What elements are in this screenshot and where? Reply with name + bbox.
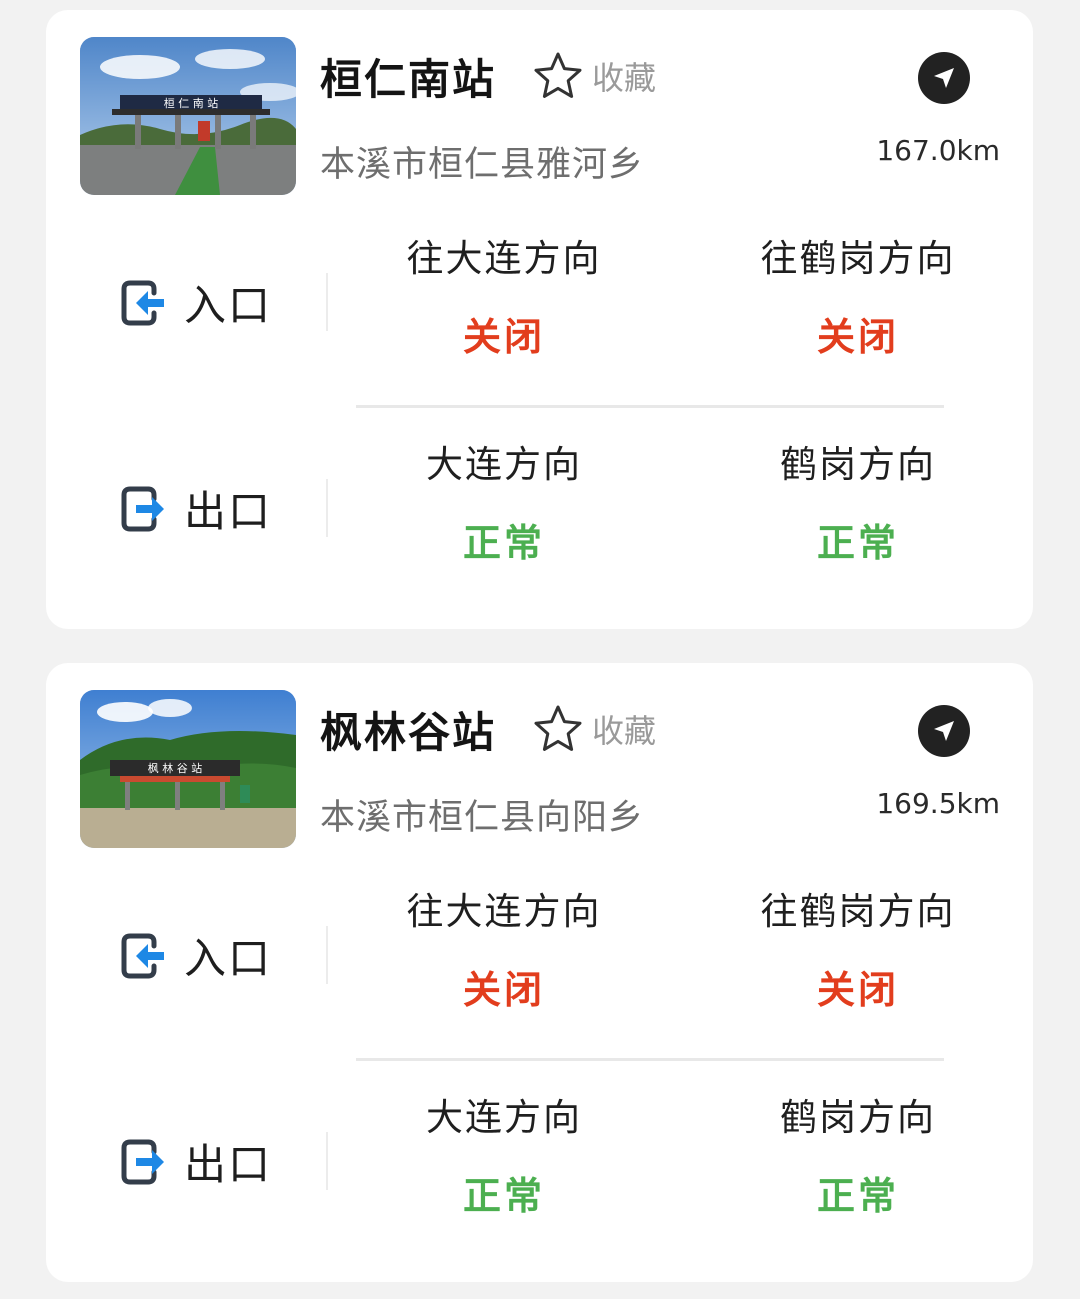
status-closed: 关闭 <box>816 315 899 359</box>
entry-direction-dalian: 往大连方向 关闭 <box>354 234 654 360</box>
station-photo[interactable]: 枫 林 谷 站 <box>80 690 296 848</box>
horizontal-divider <box>356 1058 944 1061</box>
horizontal-divider <box>356 405 944 408</box>
direction-name: 鹤岗方向 <box>780 1096 936 1139</box>
vertical-divider <box>326 273 328 331</box>
station-card[interactable]: 桓 仁 南 站 桓仁南站 收藏 本溪市桓仁县雅河乡 167.0km 入口 往大连… <box>46 10 1033 629</box>
status-closed: 关闭 <box>462 315 545 359</box>
entry-direction-dalian: 往大连方向 关闭 <box>354 887 654 1013</box>
status-closed: 关闭 <box>816 968 899 1012</box>
toll-plaza-photo: 桓 仁 南 站 <box>80 37 296 195</box>
entrance-icon <box>121 280 164 325</box>
station-card[interactable]: 枫 林 谷 站 枫林谷站 收藏 本溪市桓仁县向阳乡 169.5km 入口 往大连… <box>46 663 1033 1282</box>
exit-icon <box>121 1139 164 1184</box>
exit-label: 出口 <box>184 487 273 536</box>
navigation-arrow-icon <box>934 68 954 88</box>
direction-name: 大连方向 <box>426 1096 582 1139</box>
direction-name: 往鹤岗方向 <box>760 237 956 280</box>
exit-icon <box>121 486 164 531</box>
direction-name: 鹤岗方向 <box>780 443 936 486</box>
star-icon <box>534 705 582 751</box>
direction-name: 往大连方向 <box>406 890 602 933</box>
favorite-button[interactable]: 收藏 <box>532 703 656 755</box>
star-icon <box>534 52 582 98</box>
exit-direction-hegang: 鹤岗方向 正常 <box>708 440 1008 566</box>
navigation-arrow-icon <box>934 721 954 741</box>
entry-row-label: 入口 <box>118 272 272 333</box>
vertical-divider <box>326 926 328 984</box>
direction-name: 往鹤岗方向 <box>760 890 956 933</box>
entry-label: 入口 <box>184 934 273 983</box>
exit-label: 出口 <box>184 1140 273 1189</box>
entrance-icon <box>121 933 164 978</box>
status-open: 正常 <box>816 521 899 565</box>
photo-sign-text: 枫 林 谷 站 <box>148 761 203 775</box>
exit-direction-dalian: 大连方向 正常 <box>354 1093 654 1219</box>
entry-direction-hegang: 往鹤岗方向 关闭 <box>708 234 1008 360</box>
exit-row-label: 出口 <box>118 478 272 539</box>
entry-row-label: 入口 <box>118 925 272 986</box>
toll-plaza-photo: 枫 林 谷 站 <box>80 690 296 848</box>
distance-label: 169.5km <box>876 787 1000 820</box>
photo-sign-text: 桓 仁 南 站 <box>164 96 219 110</box>
vertical-divider <box>326 479 328 537</box>
exit-row-label: 出口 <box>118 1131 272 1192</box>
exit-direction-hegang: 鹤岗方向 正常 <box>708 1093 1008 1219</box>
station-address: 本溪市桓仁县雅河乡 <box>320 145 645 185</box>
station-name: 枫林谷站 <box>320 708 497 757</box>
status-open: 正常 <box>462 1174 545 1218</box>
favorite-button[interactable]: 收藏 <box>532 50 656 102</box>
favorite-label: 收藏 <box>592 59 657 97</box>
status-open: 正常 <box>816 1174 899 1218</box>
exit-direction-dalian: 大连方向 正常 <box>354 440 654 566</box>
status-open: 正常 <box>462 521 545 565</box>
direction-name: 大连方向 <box>426 443 582 486</box>
distance-label: 167.0km <box>876 134 1000 167</box>
navigate-button[interactable] <box>918 705 970 757</box>
direction-name: 往大连方向 <box>406 237 602 280</box>
entry-label: 入口 <box>184 281 273 330</box>
station-name: 桓仁南站 <box>320 55 497 104</box>
station-address: 本溪市桓仁县向阳乡 <box>320 798 645 838</box>
entry-direction-hegang: 往鹤岗方向 关闭 <box>708 887 1008 1013</box>
navigate-button[interactable] <box>918 52 970 104</box>
status-closed: 关闭 <box>462 968 545 1012</box>
station-photo[interactable]: 桓 仁 南 站 <box>80 37 296 195</box>
vertical-divider <box>326 1132 328 1190</box>
favorite-label: 收藏 <box>592 712 657 750</box>
